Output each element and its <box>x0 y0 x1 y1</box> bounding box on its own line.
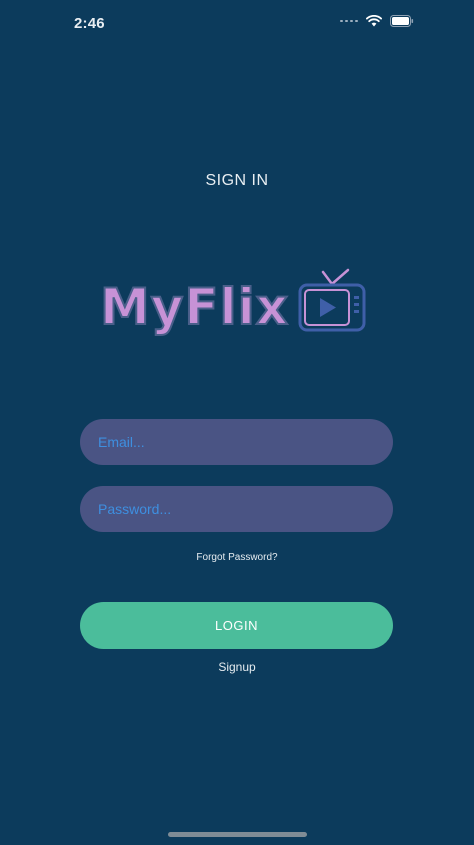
home-indicator[interactable] <box>168 832 307 837</box>
page-title: SIGN IN <box>205 172 269 189</box>
myflix-logo: MyFlix <box>99 268 370 348</box>
login-button[interactable]: LOGIN <box>80 602 393 649</box>
signup-link[interactable]: Signup <box>0 660 474 674</box>
wifi-icon <box>366 15 382 27</box>
forgot-password-link[interactable]: Forgot Password? <box>0 552 474 563</box>
status-time: 2:46 <box>74 15 105 32</box>
signal-icon <box>340 20 358 22</box>
logo-text: MyFlix <box>99 278 290 336</box>
email-field[interactable] <box>80 419 393 465</box>
tv-play-icon <box>296 268 368 339</box>
sign-in-screen: 2:46 SIGN IN MyFlix Email... Forgot Pass… <box>0 0 474 845</box>
password-field[interactable] <box>80 486 393 532</box>
battery-icon <box>390 15 414 27</box>
status-indicators <box>340 15 414 27</box>
